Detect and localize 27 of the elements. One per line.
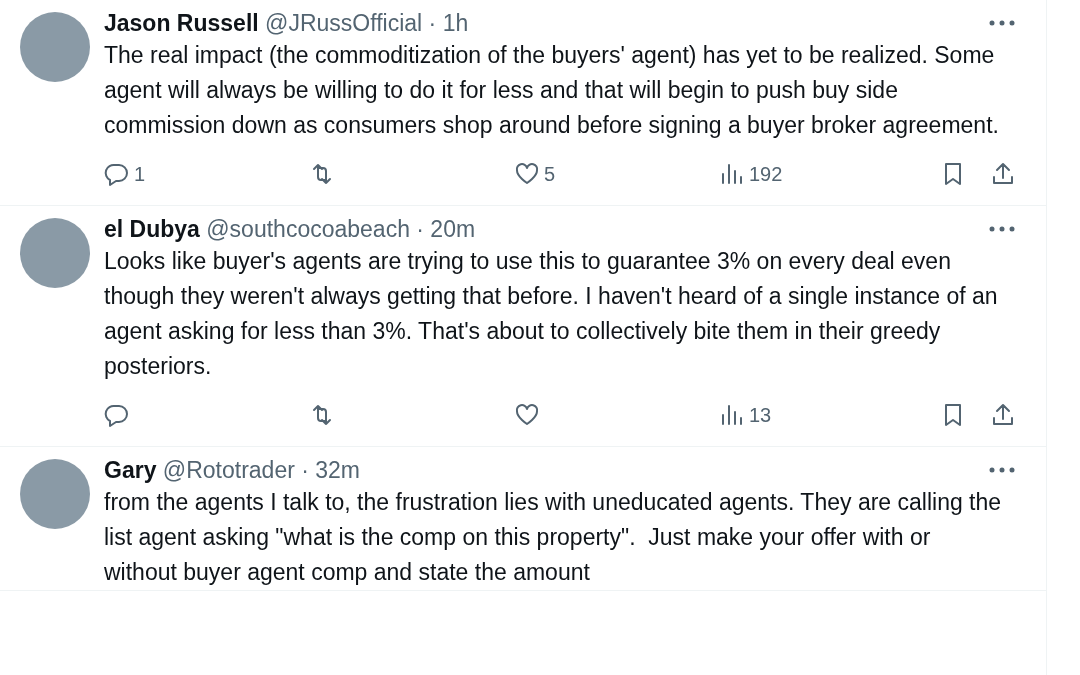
timestamp[interactable]: · 20m <box>416 216 476 242</box>
author-handle[interactable]: @JRussOfficial <box>265 10 423 36</box>
count-label: 13 <box>749 403 772 428</box>
share-icon[interactable] <box>990 161 1016 187</box>
timestamp[interactable]: · 32m <box>301 457 361 483</box>
timestamp[interactable]: · 1h <box>428 10 469 36</box>
heart-icon[interactable] <box>514 161 540 187</box>
count-label: 1 <box>134 162 146 187</box>
author-handle[interactable]: @southcocoabeach <box>206 216 410 242</box>
count-label: 5 <box>544 162 556 187</box>
more-icon[interactable] <box>988 19 1016 27</box>
more-icon[interactable] <box>988 466 1016 474</box>
reply-icon[interactable] <box>104 161 130 187</box>
views-icon[interactable] <box>719 161 745 187</box>
author-name[interactable]: Jason Russell <box>104 10 259 36</box>
views-icon[interactable] <box>719 402 745 428</box>
author-name[interactable]: el Dubya <box>104 216 200 242</box>
heart-icon[interactable] <box>514 402 540 428</box>
more-icon[interactable] <box>988 225 1016 233</box>
tweet-text: Looks like buyer's agents are trying to use this to guarantee 3% on every deal even though they weren't always getting that before. I haven't heard of a single instance of an agent asking for less than 3%. That's about to collectively bite them in their greedy posteriors. <box>104 247 999 381</box>
count-label: 192 <box>749 162 783 187</box>
share-icon[interactable] <box>990 402 1016 428</box>
reply-icon[interactable] <box>104 402 130 428</box>
tweet-text: The real impact (the commoditization of the buyers' agent) has yet to be realized. Some agent will always be willing to do it for less and that will begin to push buy side commission down as consumers shop around before signing a buyer broker agreement. <box>104 41 1000 140</box>
author-name[interactable]: Gary <box>104 457 157 483</box>
tweet-text: from the agents I talk to, the frustration lies with uneducated agents. They are calling the list agent asking "what is the comp on this property". Just make your offer with or without buyer agent comp and state the amount <box>104 488 1003 587</box>
author-handle[interactable]: @Rototrader <box>162 457 295 483</box>
